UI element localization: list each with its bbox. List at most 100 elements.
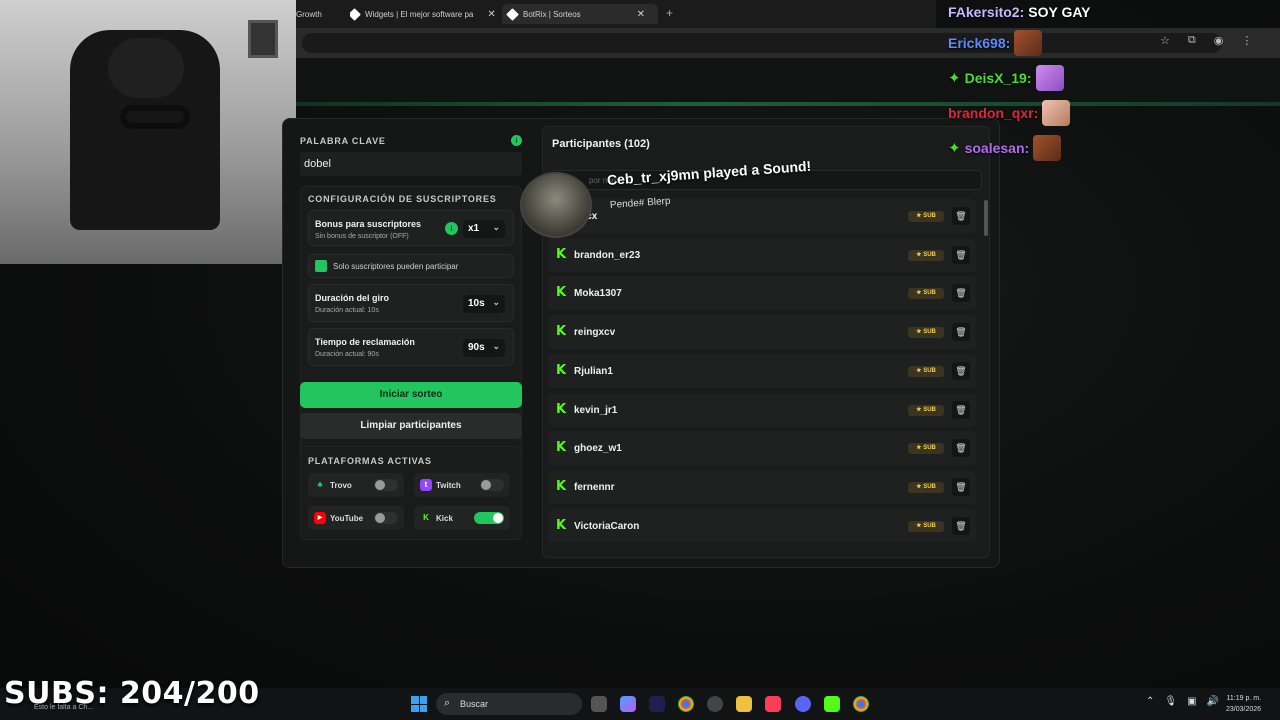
chat-overlay: FAkersito2: SOY GAY Erick698: ✦ DeisX_19… — [936, 0, 1280, 170]
kick-icon: K — [556, 324, 567, 340]
participant-row: Kreingxcv ★ SUB 🗑 — [548, 315, 976, 350]
kick-toggle[interactable] — [474, 512, 504, 524]
chair-cushion — [120, 105, 190, 129]
keyword-input[interactable]: dobel — [300, 152, 522, 176]
kick-icon: K — [423, 513, 429, 522]
sub-badge: ★ SUB — [908, 365, 944, 377]
participant-name: Moka1307 — [574, 288, 622, 300]
subscriber-bonus-card: Bonus para suscriptores Sin bonus de sus… — [308, 210, 514, 246]
system-tray: ⌃ 🎙 ▣ 🔊 — [1146, 696, 1219, 707]
emote-image — [1014, 30, 1043, 56]
chat-message: ✦ soalesan: — [948, 135, 1062, 161]
participant-name: brandon_er23 — [574, 249, 641, 261]
only-subs-label: Solo suscriptores pueden participar — [333, 262, 459, 271]
only-subs-card[interactable]: Solo suscriptores pueden participar — [308, 254, 514, 278]
chrome-profile-icon[interactable] — [853, 696, 869, 712]
twitch-toggle[interactable] — [480, 479, 504, 491]
chevron-down-icon: ⌄ — [492, 297, 500, 307]
sub-badge: ★ SUB — [908, 211, 944, 222]
emote-image — [1035, 65, 1064, 91]
chat-message: brandon_qxr: — [948, 100, 1071, 126]
spin-duration-card: Duración del giro Duración actual: 10s 1… — [308, 284, 514, 322]
chevron-up-icon[interactable]: ⌃ — [1146, 696, 1154, 707]
taskbar-clock[interactable]: 11:19 p. m. 23/03/2026 — [1226, 693, 1261, 715]
sub-badge: ★ SUB — [908, 288, 944, 300]
chat-user: FAkersito2: — [948, 4, 1025, 20]
trash-icon[interactable]: 🗑 — [952, 323, 970, 342]
trash-icon[interactable]: 🗑 — [952, 284, 970, 303]
trash-icon[interactable]: 🗑 — [952, 207, 970, 225]
volume-icon[interactable]: 🔊 — [1207, 696, 1219, 707]
trash-icon[interactable]: 🗑 — [952, 361, 970, 380]
trash-icon[interactable]: 🗑 — [952, 516, 970, 535]
claim-time-card: Tiempo de reclamación Duración actual: 9… — [308, 328, 514, 366]
botrix-icon — [506, 7, 519, 21]
only-subs-checkbox[interactable] — [315, 260, 327, 272]
tab-widgets[interactable]: Widgets | El mejor software pa ✕ — [350, 4, 500, 24]
music-icon[interactable] — [765, 696, 781, 712]
trovo-icon: ♣ — [317, 480, 323, 489]
sound-alert-overlay: Ceb_tr_xj9mn played a Sound! Pende# Bler… — [520, 158, 820, 238]
search-icon: ⌕ — [444, 697, 451, 709]
clear-participants-button[interactable]: Limpiar participantes — [300, 413, 522, 439]
participant-name: fernennr — [574, 481, 615, 493]
kick-icon: K — [556, 401, 567, 417]
chat-user: Erick698: — [948, 35, 1011, 51]
participant-row: K Rjulian1 ★ SUB 🗑 — [548, 353, 976, 388]
participant-name: Rjulian1 — [574, 365, 613, 377]
close-tab-icon[interactable]: ✕ — [487, 9, 495, 20]
trash-icon[interactable]: 🗑 — [952, 439, 970, 458]
kick-icon: K — [556, 517, 567, 533]
copilot-icon[interactable] — [620, 696, 636, 712]
kick-icon: K — [556, 440, 567, 456]
participant-name: ghoez_w1 — [574, 443, 622, 455]
chrome-icon[interactable] — [678, 696, 694, 712]
premiere-icon[interactable] — [649, 696, 665, 712]
participant-row: Kkevin_jr1 ★ SUB 🗑 — [548, 392, 976, 427]
close-tab-icon[interactable]: ✕ — [637, 9, 645, 20]
taskbar-search[interactable]: ⌕ Buscar — [436, 693, 582, 715]
kick-icon: K — [556, 285, 567, 301]
sub-badge: ★ SUB — [908, 249, 944, 261]
microphone-icon[interactable]: 🎙 — [1164, 696, 1177, 707]
chat-text: SOY GAY — [1028, 4, 1091, 20]
discord-icon[interactable] — [795, 696, 811, 712]
youtube-icon: ▶ — [314, 512, 326, 524]
badge-icon: ✦ — [948, 139, 961, 157]
browser-tab-bar: Growth Widgets | El mejor software pa ✕ … — [296, 0, 936, 28]
participant-row: K Moka1307 ★ SUB 🗑 — [548, 276, 976, 311]
tab-growth[interactable]: Growth — [296, 4, 326, 24]
new-tab-button[interactable]: + — [666, 6, 673, 20]
sub-badge: ★ SUB — [908, 481, 944, 493]
bonus-info-icon[interactable]: i — [445, 222, 458, 235]
spin-duration-select[interactable]: 10s ⌄ — [463, 295, 505, 313]
task-view-icon[interactable] — [591, 696, 607, 712]
webcam-feed — [0, 0, 296, 264]
youtube-toggle[interactable] — [374, 512, 398, 524]
claim-subtitle: Duración actual: 90s — [315, 351, 379, 358]
trash-icon[interactable]: 🗑 — [952, 400, 970, 419]
trash-icon[interactable]: 🗑 — [952, 477, 970, 496]
kick-app-icon[interactable] — [824, 696, 840, 712]
alert-image — [520, 172, 592, 238]
participant-row: K VictoriaCaron ★ SUB 🗑 — [548, 508, 976, 543]
claim-title: Tiempo de reclamación — [315, 337, 415, 347]
participant-name: reingxcv — [574, 327, 616, 339]
claim-time-select[interactable]: 90s ⌄ — [463, 339, 505, 357]
bonus-select[interactable]: x1 ⌄ — [463, 220, 505, 238]
participant-name: kevin_jr1 — [574, 404, 618, 416]
spin-title: Duración del giro — [315, 293, 390, 303]
network-icon[interactable]: ▣ — [1187, 696, 1196, 707]
info-icon[interactable]: i — [511, 135, 522, 146]
chevron-down-icon: ⌄ — [492, 341, 500, 351]
participants-scrollbar[interactable] — [984, 200, 988, 236]
start-giveaway-button[interactable]: Iniciar sorteo — [300, 382, 522, 408]
kick-icon: K — [556, 362, 567, 378]
folder-icon[interactable] — [736, 696, 752, 712]
trovo-toggle[interactable] — [374, 479, 398, 491]
obs-icon[interactable] — [707, 696, 723, 712]
tab-botrix-sorteos[interactable]: BotRix | Sorteos ✕ — [502, 4, 658, 24]
chat-message: Erick698: — [948, 30, 1043, 56]
windows-start-icon[interactable] — [411, 696, 427, 712]
trash-icon[interactable]: 🗑 — [952, 245, 970, 264]
